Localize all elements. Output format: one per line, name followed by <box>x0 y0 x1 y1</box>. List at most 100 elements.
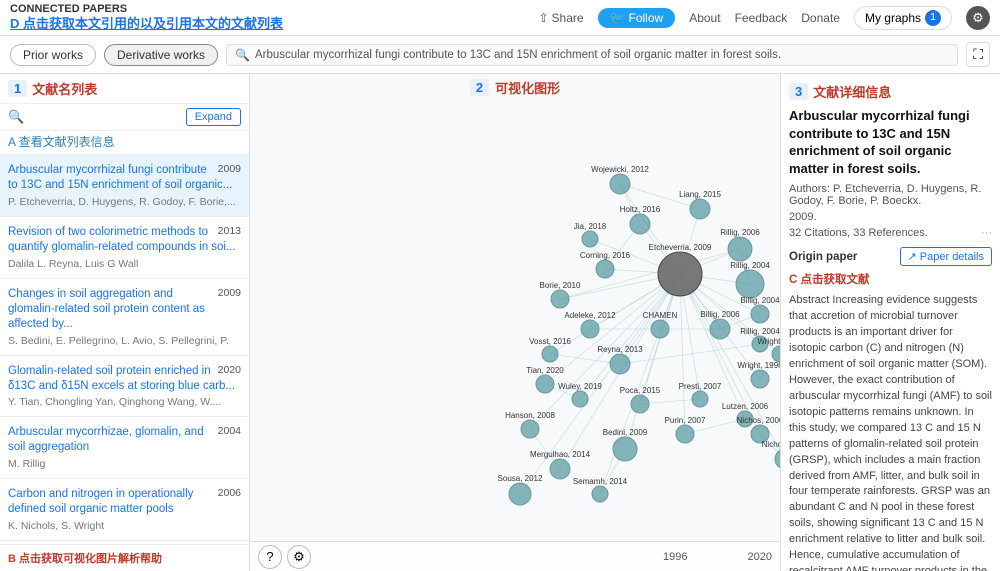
paper-list-item[interactable]: 2006 Carbon and nitrogen in operationall… <box>0 479 249 541</box>
right-panel-title: 文献详细信息 <box>813 82 891 101</box>
graph-node[interactable]: Adeleke, 2012 <box>564 311 616 338</box>
year-range: 1996 2020 <box>663 551 772 563</box>
share-icon: ⇧ <box>538 11 548 25</box>
graph-node[interactable]: Wright, 1996 <box>737 361 780 388</box>
graph-title-overlay: 2 可视化图形 <box>470 78 560 97</box>
donate-button[interactable]: Donate <box>801 11 840 25</box>
search-box: 🔍 <box>226 44 958 66</box>
graph-node[interactable]: Bedini, 2009 <box>603 428 648 461</box>
paper-authors: S. Bedini, E. Pellegrino, L. Avio, S. Pe… <box>8 335 241 347</box>
graph-node[interactable]: Nichos, 2005 <box>762 440 780 469</box>
twitter-icon: 🐦 <box>610 11 625 25</box>
graph-node-label: Adeleke, 2012 <box>564 311 616 320</box>
paper-list-item[interactable]: 2009 Arbuscular mycorrhizal fungi contri… <box>0 155 249 217</box>
fullscreen-button[interactable]: ⛶ <box>966 42 990 67</box>
expand-button[interactable]: Expand <box>186 108 241 126</box>
graph-node[interactable]: Poca, 2015 <box>620 386 661 413</box>
graph-node-label: Mergulhao, 2014 <box>530 450 591 459</box>
graph-node-label: Purin, 2007 <box>665 416 706 425</box>
more-icon[interactable]: ··· <box>981 227 992 239</box>
graph-node[interactable]: Reyna, 2013 <box>597 345 643 374</box>
paper-authors: P. Etcheverria, D. Huygens, R. Godoy, F.… <box>8 196 241 208</box>
logo-text1: CONNECTED PAPERS <box>10 3 283 16</box>
graph-node-label: Billig, 2006 <box>700 310 740 319</box>
graph-svg[interactable]: Etcheverria, 2009 Holtz, 2016 Corning, 201… <box>250 74 780 541</box>
get-paper-button[interactable]: C 点击获取文献 <box>789 271 992 287</box>
toolbar: Prior works Derivative works 🔍 ⛶ <box>0 36 1000 74</box>
panel-search-row: 🔍 Expand <box>0 104 249 131</box>
graph-node-label: Nichos, 2005 <box>762 440 780 449</box>
graph-node[interactable]: Corning, 2016 <box>580 251 631 278</box>
detail-title: Arbuscular mycorrhizal fungi contribute … <box>789 107 992 177</box>
paper-list-item[interactable]: 2004 Arbuscular mycorrhizae, glomalin, a… <box>0 417 249 479</box>
paper-authors: M. Rillig <box>8 458 241 470</box>
graph-number: 2 <box>470 79 489 96</box>
graph-area[interactable]: 2 可视化图形 Etcheverria, 2009 Holtz, 2016 Corn… <box>250 74 780 571</box>
help-button[interactable]: ? <box>258 545 282 569</box>
my-graphs-badge: 1 <box>925 10 941 26</box>
prior-works-tab[interactable]: Prior works <box>10 44 96 66</box>
graph-node[interactable]: Etcheverria, 2009 <box>649 243 712 296</box>
graph-node[interactable]: Holtz, 2016 <box>620 205 661 234</box>
detail-year: 2009. <box>789 211 992 223</box>
main-content: 1 文献名列表 🔍 Expand A 查看文献列表信息 2009 Arbuscu… <box>0 74 1000 571</box>
graph-node-label: Holtz, 2016 <box>620 205 661 214</box>
graph-node[interactable]: Billig, 2006 <box>700 310 740 339</box>
graph-node-label: Nichos, 2006 <box>737 416 780 425</box>
graph-edge <box>680 274 685 434</box>
bottom-hint: B 点击获取可视化图片解析帮助 <box>0 544 249 571</box>
graph-node-label: Corning, 2016 <box>580 251 631 260</box>
paper-year: 2020 <box>218 364 241 376</box>
graph-node[interactable]: Sousa, 2012 <box>498 474 543 505</box>
derivative-works-tab[interactable]: Derivative works <box>104 44 218 66</box>
panel-search-icon: 🔍 <box>8 109 24 125</box>
graph-node[interactable]: Vosst, 2016 <box>529 337 571 362</box>
graph-node[interactable]: Wuley, 2019 <box>558 382 602 407</box>
paper-title: Changes in soil aggregation and glomalin… <box>8 287 241 332</box>
graph-node[interactable]: Rillig, 2004 <box>730 261 770 298</box>
graph-node-label: Wojewicki, 2012 <box>591 165 649 174</box>
paper-list-item[interactable]: 2009 Changes in soil aggregation and glo… <box>0 279 249 356</box>
graph-node[interactable]: Rillig, 2006 <box>720 228 760 261</box>
graph-node[interactable]: Hanson, 2008 <box>505 411 555 438</box>
graph-node[interactable]: CHAMEN <box>643 311 678 338</box>
graph-node-label: Billig, 2004 <box>740 296 780 305</box>
graph-title: 可视化图形 <box>495 78 560 97</box>
paper-title: Arbuscular mycorrhizal fungi contribute … <box>8 163 241 193</box>
graph-node-label: Tian, 2020 <box>526 366 564 375</box>
paper-details-icon: ↗ <box>908 250 917 263</box>
graph-node[interactable]: Semamh, 2014 <box>573 477 628 502</box>
graph-node-label: Wright, 1996 <box>737 361 780 370</box>
graph-node-label: Jia, 2018 <box>574 222 607 231</box>
feedback-button[interactable]: Feedback <box>735 11 788 25</box>
paper-details-button[interactable]: ↗ Paper details <box>900 247 992 266</box>
about-button[interactable]: About <box>689 11 720 25</box>
paper-year: 2013 <box>218 225 241 237</box>
my-graphs-button[interactable]: My graphs 1 <box>854 6 952 30</box>
paper-list-item[interactable]: 2013 Revision of two colorimetric method… <box>0 217 249 279</box>
paper-list-item[interactable]: 2020 Glomalin-related soil protein enric… <box>0 356 249 418</box>
graph-node-label: Hanson, 2008 <box>505 411 555 420</box>
logo: CONNECTED PAPERS D 点击获取本文引用的以及引用本文的文献列表 <box>10 3 283 32</box>
graph-node-label: Etcheverria, 2009 <box>649 243 712 252</box>
share-button[interactable]: ⇧ Share <box>538 11 583 25</box>
detail-authors: Authors: P. Etcheverria, D. Huygens, R. … <box>789 183 992 207</box>
graph-node-label: Semamh, 2014 <box>573 477 628 486</box>
graph-settings-button[interactable]: ⚙ <box>287 545 311 569</box>
right-panel-header: 3 文献详细信息 <box>789 82 992 101</box>
graph-node[interactable]: Purin, 2007 <box>665 416 706 443</box>
paper-year: 2006 <box>218 487 241 499</box>
graph-node-label: Bedini, 2009 <box>603 428 648 437</box>
paper-list: 2009 Arbuscular mycorrhizal fungi contri… <box>0 155 249 544</box>
graph-node[interactable]: Presti, 2007 <box>679 382 722 407</box>
right-panel-number: 3 <box>789 83 808 100</box>
left-panel-header: 1 文献名列表 <box>0 74 249 104</box>
graph-node-label: Wright, 1996 <box>757 337 780 346</box>
paper-title: Revision of two colorimetric methods to … <box>8 225 241 255</box>
search-input[interactable] <box>255 49 949 61</box>
follow-button[interactable]: 🐦 Follow <box>598 8 676 28</box>
settings-button[interactable]: ⚙ <box>966 6 990 30</box>
graph-node-label: Liang, 2015 <box>679 190 721 199</box>
detail-citations: 32 Citations, 33 References. ··· <box>789 227 992 239</box>
graph-node[interactable]: Wojewicki, 2012 <box>591 165 649 194</box>
